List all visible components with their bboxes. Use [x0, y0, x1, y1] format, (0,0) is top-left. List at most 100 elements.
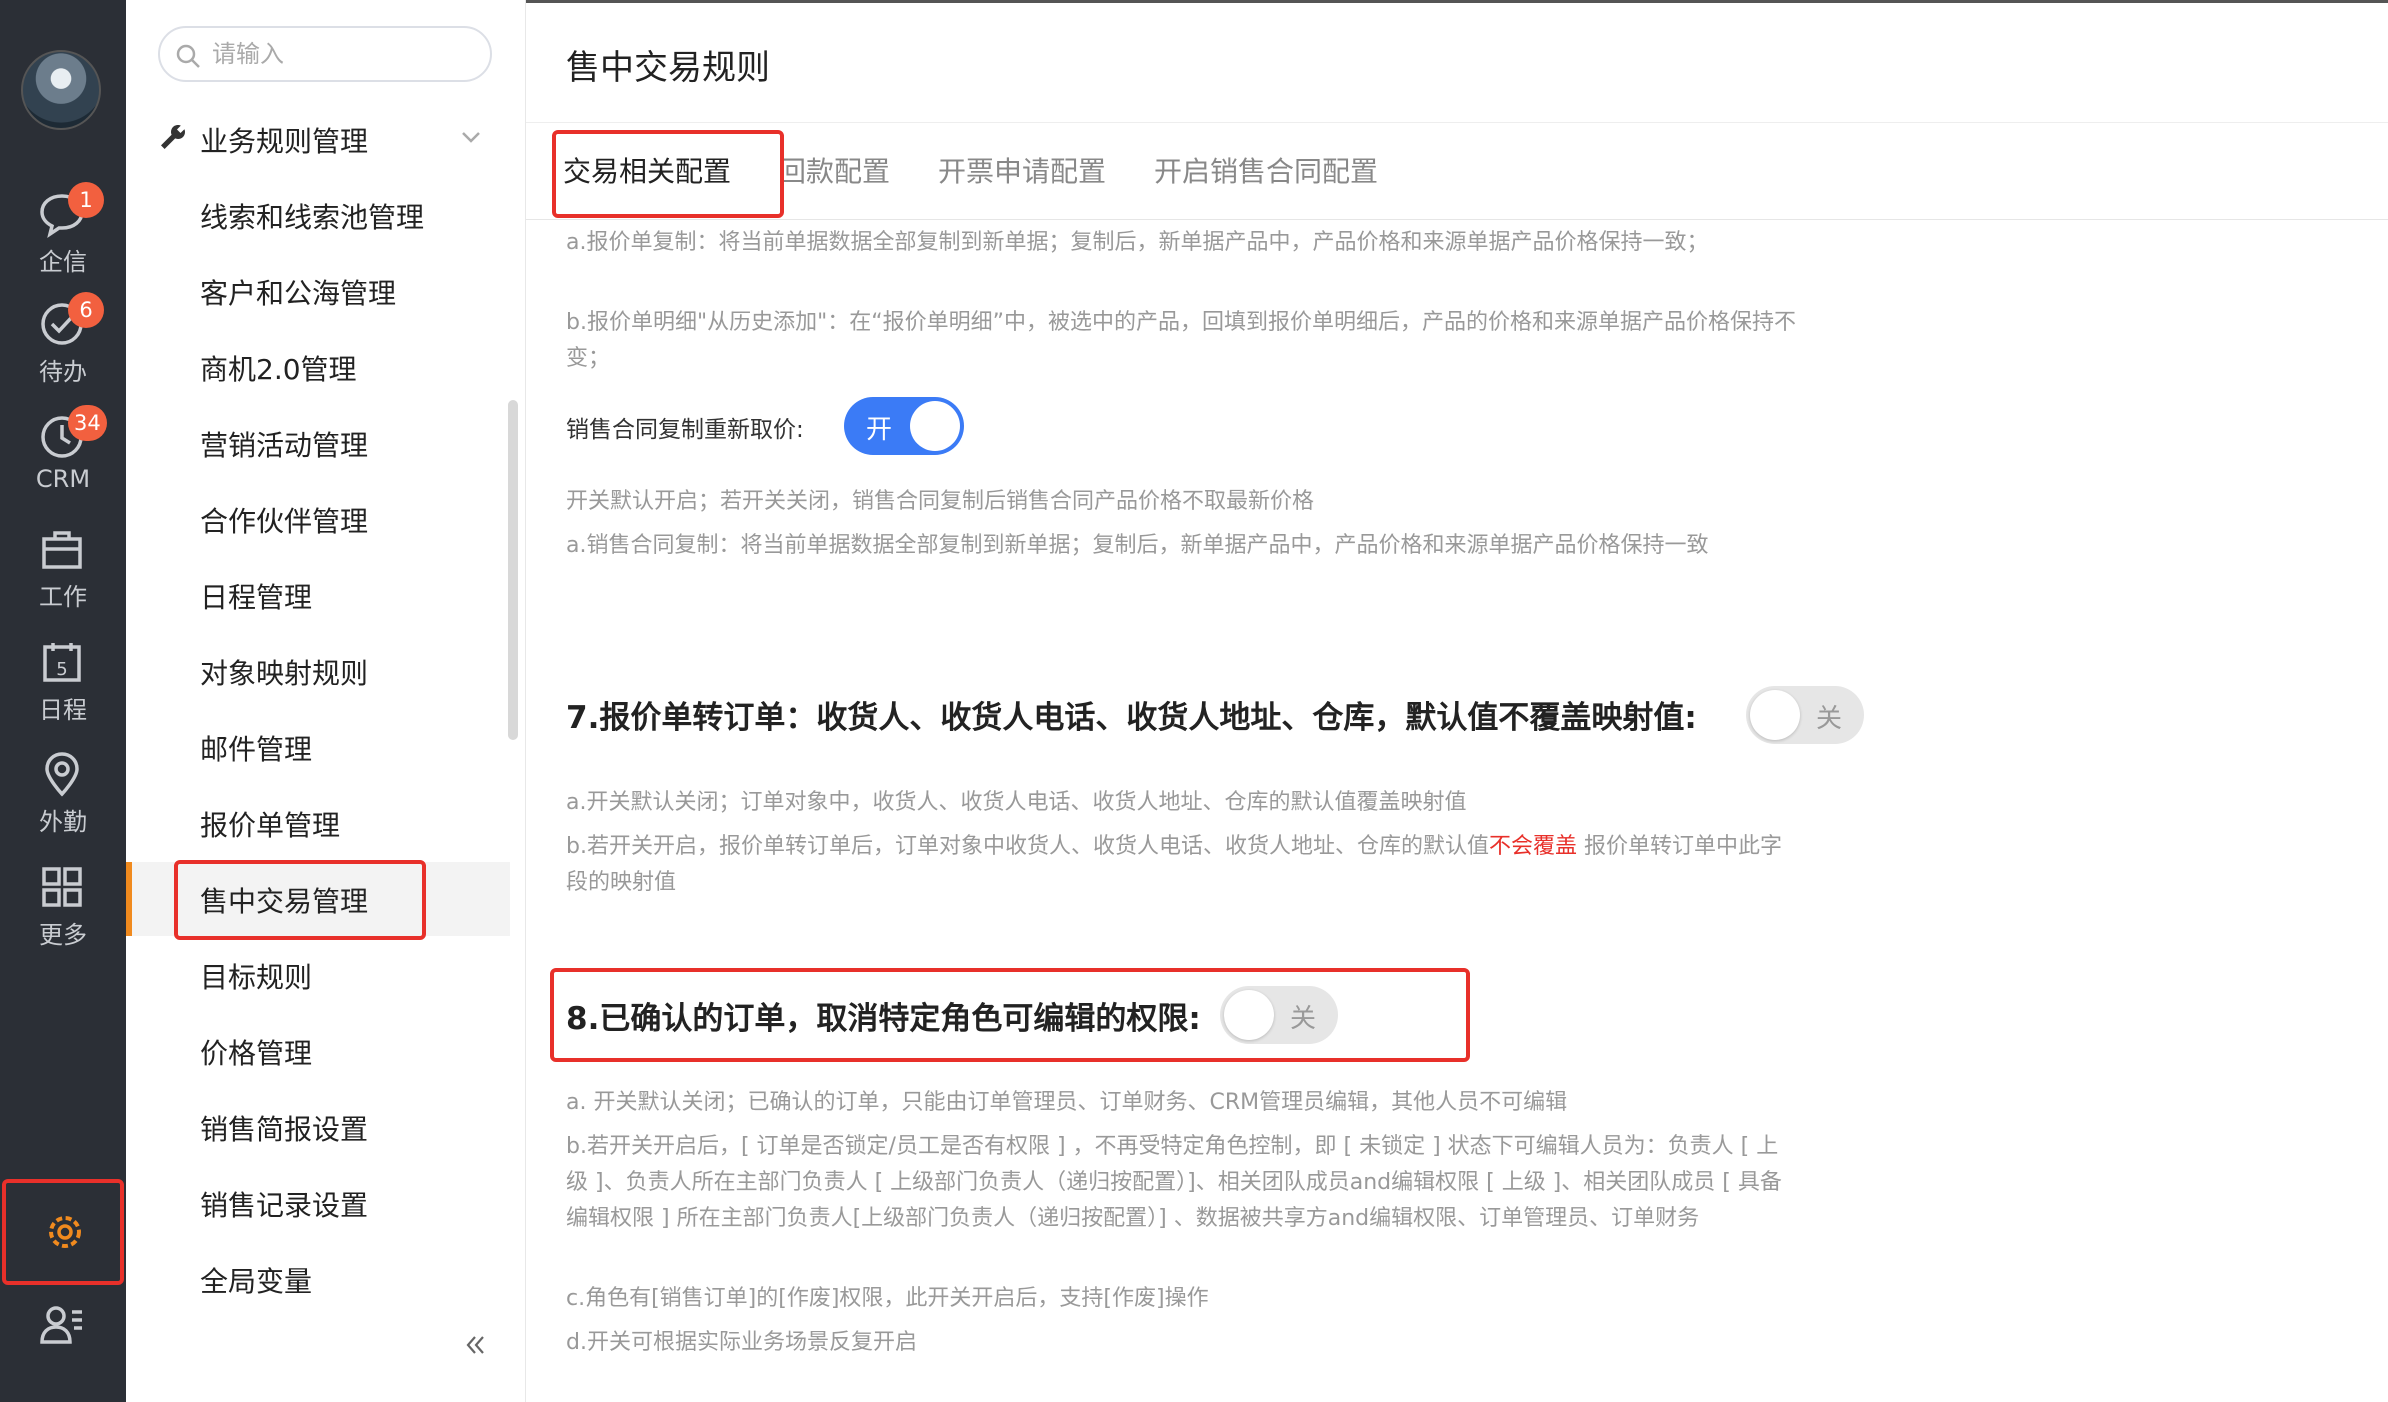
- sidebar-item-label: 销售简报设置: [200, 1113, 369, 1146]
- contract-copy-desc: a.销售合同复制：将当前单据数据全部复制到新单据；复制后，新单据产品中，产品价格…: [566, 533, 1709, 558]
- toggle-text: 关: [1815, 704, 1842, 734]
- chevron-down-icon: [462, 132, 480, 143]
- search-input[interactable]: [212, 38, 472, 70]
- nav-item-todo[interactable]: 6 待办: [0, 292, 126, 392]
- collapse-sidebar-icon[interactable]: [460, 1330, 490, 1360]
- app-window: 1 企信 6 待办 34 CRM 工作 5 日程 外勤 更多 请输入 业务规则管…: [0, 0, 2388, 1402]
- nav-item-more[interactable]: 更多: [0, 855, 126, 955]
- contract-reprice-toggle[interactable]: 开: [844, 397, 964, 455]
- sidebar-item-marketing[interactable]: 营销活动管理: [126, 406, 510, 480]
- nav-item-schedule[interactable]: 5 日程: [0, 630, 126, 730]
- sidebar-item-label: 营销活动管理: [200, 429, 369, 462]
- search-box: [158, 26, 492, 82]
- nav-item-field[interactable]: 外勤: [0, 742, 126, 842]
- sidebar-item-label: 合作伙伴管理: [200, 505, 369, 538]
- nav-label: CRM: [35, 465, 91, 493]
- nav-label: 企信: [39, 248, 87, 276]
- grid-icon: [42, 867, 82, 907]
- tab-bar: 交易相关配置 回款配置 开票申请配置 开启销售合同配置: [526, 130, 2388, 220]
- rule-8-heading: 8.已确认的订单，取消特定角色可编辑的权限:: [566, 1001, 1201, 1037]
- highlight-box: [174, 860, 426, 940]
- unread-badge: 1: [68, 182, 104, 218]
- wrench-icon: [161, 125, 185, 149]
- contract-reprice-label: 销售合同复制重新取价:: [566, 417, 804, 443]
- sidebar-item-opportunity[interactable]: 商机2.0管理: [126, 330, 510, 404]
- sidebar-scrollbar[interactable]: [508, 400, 518, 740]
- svg-text:5: 5: [56, 659, 67, 680]
- toggle-knob: [1224, 990, 1274, 1040]
- sidebar-item-label: 目标规则: [200, 961, 313, 994]
- calendar-icon: 5: [43, 643, 81, 682]
- sidebar-item-mail[interactable]: 邮件管理: [126, 710, 510, 784]
- sidebar-item-label: 销售记录设置: [200, 1189, 369, 1222]
- toggle-text: 开: [866, 415, 893, 445]
- sidebar-item-quotes[interactable]: 报价单管理: [126, 786, 510, 860]
- rule-8-desc-d: d.开关可根据实际业务场景反复开启: [566, 1330, 917, 1355]
- nav-item-qixin[interactable]: 1 企信: [0, 182, 126, 282]
- quote-history-desc: b.报价单明细"从历史添加"：在“报价单明细”中，被选中的产品，回填到报价单明细…: [566, 310, 1796, 371]
- sidebar-item-label: 报价单管理: [200, 809, 341, 842]
- search-icon: [176, 44, 200, 68]
- gear-icon: [49, 1216, 81, 1248]
- rule-8-desc-b: b.若开关开启后，[ 订单是否锁定/员工是否有权限 ] ，不再受特定角色控制，即…: [566, 1134, 1782, 1231]
- sidebar-item-label: 商机2.0管理: [200, 353, 357, 386]
- sidebar-item-label: 邮件管理: [200, 733, 313, 766]
- toggle-text: 关: [1289, 1004, 1316, 1034]
- page-title: 售中交易规则: [566, 48, 770, 88]
- briefcase-icon: [42, 531, 82, 569]
- window-top-border: [526, 0, 2388, 3]
- sidebar-item-leads[interactable]: 线索和线索池管理: [126, 178, 510, 252]
- toggle-knob: [910, 401, 960, 451]
- settings-sidebar: 业务规则管理 线索和线索池管理 客户和公海管理 商机2.0管理 营销活动管理 合…: [126, 0, 526, 1402]
- primary-nav: 1 企信 6 待办 34 CRM 工作 5 日程 外勤 更多: [0, 0, 126, 1402]
- sidebar-item-label: 对象映射规则: [200, 657, 369, 690]
- rule-7-heading: 7.报价单转订单：收货人、收货人电话、收货人地址、仓库，默认值不覆盖映射值:: [566, 700, 1697, 736]
- sidebar-item-label: 日程管理: [200, 581, 313, 614]
- sidebar-item-global-vars[interactable]: 全局变量: [126, 1242, 510, 1316]
- sidebar-item-label: 全局变量: [200, 1265, 313, 1298]
- settings-button[interactable]: [2, 1179, 124, 1285]
- toggle-knob: [1750, 690, 1800, 740]
- rule-8-desc-c: c.角色有[销售订单]的[作废]权限，此开关开启后，支持[作废]操作: [566, 1286, 1209, 1311]
- group-label: 业务规则管理: [200, 125, 369, 158]
- tab-payment-config[interactable]: 回款配置: [778, 150, 890, 190]
- sidebar-item-label: 价格管理: [200, 1037, 313, 1070]
- nav-label: 外勤: [39, 808, 87, 836]
- location-pin-icon: [45, 752, 79, 797]
- rule-7-desc-a: a.开关默认关闭；订单对象中，收货人、收货人电话、收货人地址、仓库的默认值覆盖映…: [566, 790, 1467, 815]
- sidebar-item-targets[interactable]: 目标规则: [126, 938, 510, 1012]
- todo-badge: 6: [68, 292, 104, 328]
- sidebar-item-object-mapping[interactable]: 对象映射规则: [126, 634, 510, 708]
- tab-contract-config[interactable]: 开启销售合同配置: [1154, 150, 1378, 190]
- rule-8-toggle[interactable]: 关: [1220, 986, 1338, 1044]
- tab-invoice-config[interactable]: 开票申请配置: [938, 150, 1106, 190]
- rule-7-toggle[interactable]: 关: [1746, 686, 1864, 744]
- main-content: 售中交易规则 交易相关配置 回款配置 开票申请配置 开启销售合同配置 a.报价单…: [526, 0, 2388, 1402]
- nav-label: 日程: [39, 696, 87, 724]
- sidebar-item-label: 客户和公海管理: [200, 277, 397, 310]
- quote-copy-desc: a.报价单复制：将当前单据数据全部复制到新单据；复制后，新单据产品中，产品价格和…: [566, 230, 1709, 255]
- sidebar-item-label: 线索和线索池管理: [200, 201, 425, 234]
- sidebar-item-sales-brief[interactable]: 销售简报设置: [126, 1090, 510, 1164]
- sidebar-item-pricing[interactable]: 价格管理: [126, 1014, 510, 1088]
- crm-badge: 34: [68, 405, 107, 441]
- nav-item-work[interactable]: 工作: [0, 517, 126, 617]
- nav-item-crm[interactable]: 34 CRM: [0, 405, 126, 505]
- highlight-box: [552, 130, 784, 218]
- rule-7-desc-b: b.若开关开启，报价单转订单后，订单对象中收货人、收货人电话、收货人地址、仓库的…: [566, 829, 1796, 901]
- sidebar-item-customers[interactable]: 客户和公海管理: [126, 254, 510, 328]
- sidebar-item-sales-record[interactable]: 销售记录设置: [126, 1166, 510, 1240]
- contract-reprice-desc: 开关默认开启；若开关关闭，销售合同复制后销售合同产品价格不取最新价格: [566, 489, 1315, 514]
- divider: [526, 122, 2388, 123]
- nav-label: 待办: [39, 358, 87, 386]
- nav-label: 更多: [39, 921, 87, 949]
- nav-label: 工作: [39, 583, 87, 611]
- sidebar-item-schedule[interactable]: 日程管理: [126, 558, 510, 632]
- group-business-rules[interactable]: 业务规则管理: [158, 110, 498, 166]
- desc-text: b.若开关开启，报价单转订单后，订单对象中收货人、收货人电话、收货人地址、仓库的…: [566, 834, 1489, 859]
- avatar[interactable]: [21, 50, 101, 130]
- sidebar-item-partners[interactable]: 合作伙伴管理: [126, 482, 510, 556]
- rule-8-desc-a: a. 开关默认关闭；已确认的订单，只能由订单管理员、订单财务、CRM管理员编辑，…: [566, 1090, 1568, 1115]
- user-list-icon[interactable]: [38, 1300, 86, 1348]
- emphasis-text: 不会覆盖: [1488, 834, 1577, 859]
